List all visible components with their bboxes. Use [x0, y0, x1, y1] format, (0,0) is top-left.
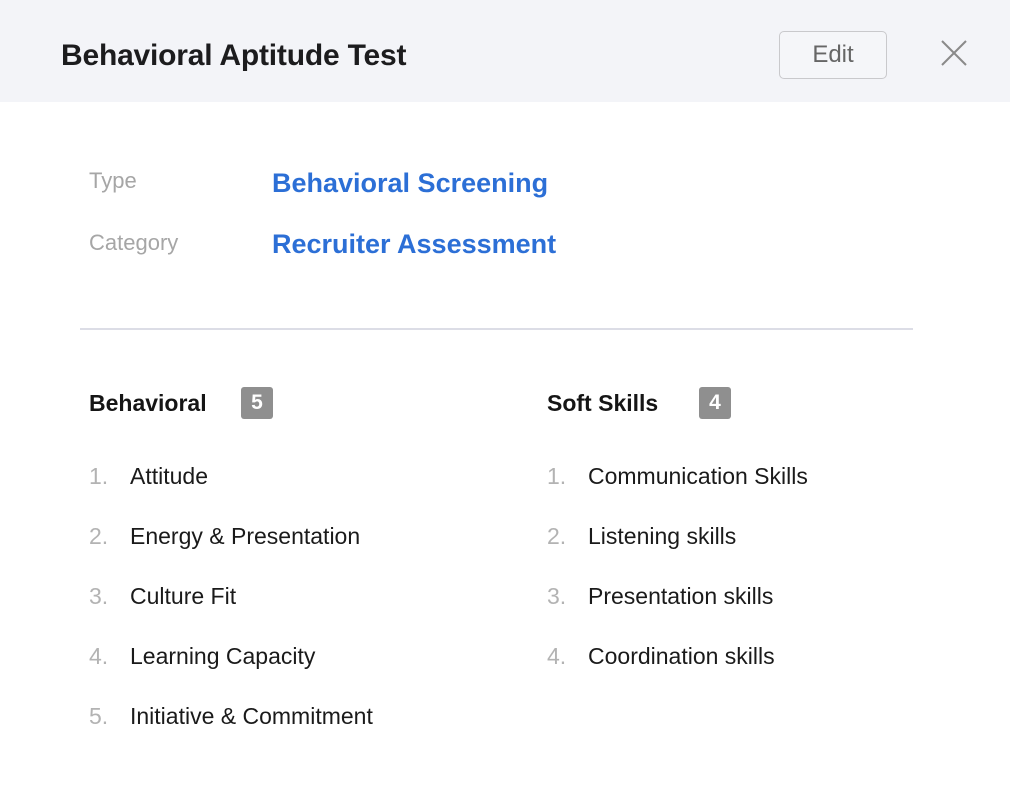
section-title: Behavioral — [89, 390, 207, 416]
category-value: Recruiter Assessment — [272, 229, 557, 259]
item-label: Communication Skills — [588, 463, 808, 489]
count-badge: 4 — [699, 387, 731, 419]
close-button[interactable] — [938, 37, 970, 69]
close-icon — [941, 40, 967, 66]
item-number: 3. — [89, 583, 109, 609]
item-label: Coordination skills — [588, 643, 775, 669]
item-label: Culture Fit — [130, 583, 237, 609]
item-number: 2. — [547, 523, 567, 549]
edit-button[interactable]: Edit — [779, 31, 887, 79]
divider — [80, 328, 913, 330]
item-number: 4. — [547, 643, 567, 669]
item-label: Initiative & Commitment — [130, 703, 373, 729]
item-label: Listening skills — [588, 523, 737, 549]
category-label: Category — [89, 230, 179, 255]
item-label: Presentation skills — [588, 583, 774, 609]
modal-header: Behavioral Aptitude Test Edit — [0, 0, 1010, 102]
item-number: 1. — [89, 463, 109, 489]
type-value: Behavioral Screening — [272, 168, 549, 198]
item-label: Learning Capacity — [130, 643, 316, 669]
item-number: 5. — [89, 703, 109, 729]
item-number: 4. — [89, 643, 109, 669]
item-number: 2. — [89, 523, 109, 549]
section-title: Soft Skills — [547, 390, 659, 416]
item-label: Energy & Presentation — [130, 523, 361, 549]
item-label: Attitude — [130, 463, 208, 489]
count-badge: 5 — [241, 387, 273, 419]
page-title: Behavioral Aptitude Test — [61, 39, 407, 72]
item-number: 3. — [547, 583, 567, 609]
item-number: 1. — [547, 463, 567, 489]
type-label: Type — [89, 168, 137, 193]
